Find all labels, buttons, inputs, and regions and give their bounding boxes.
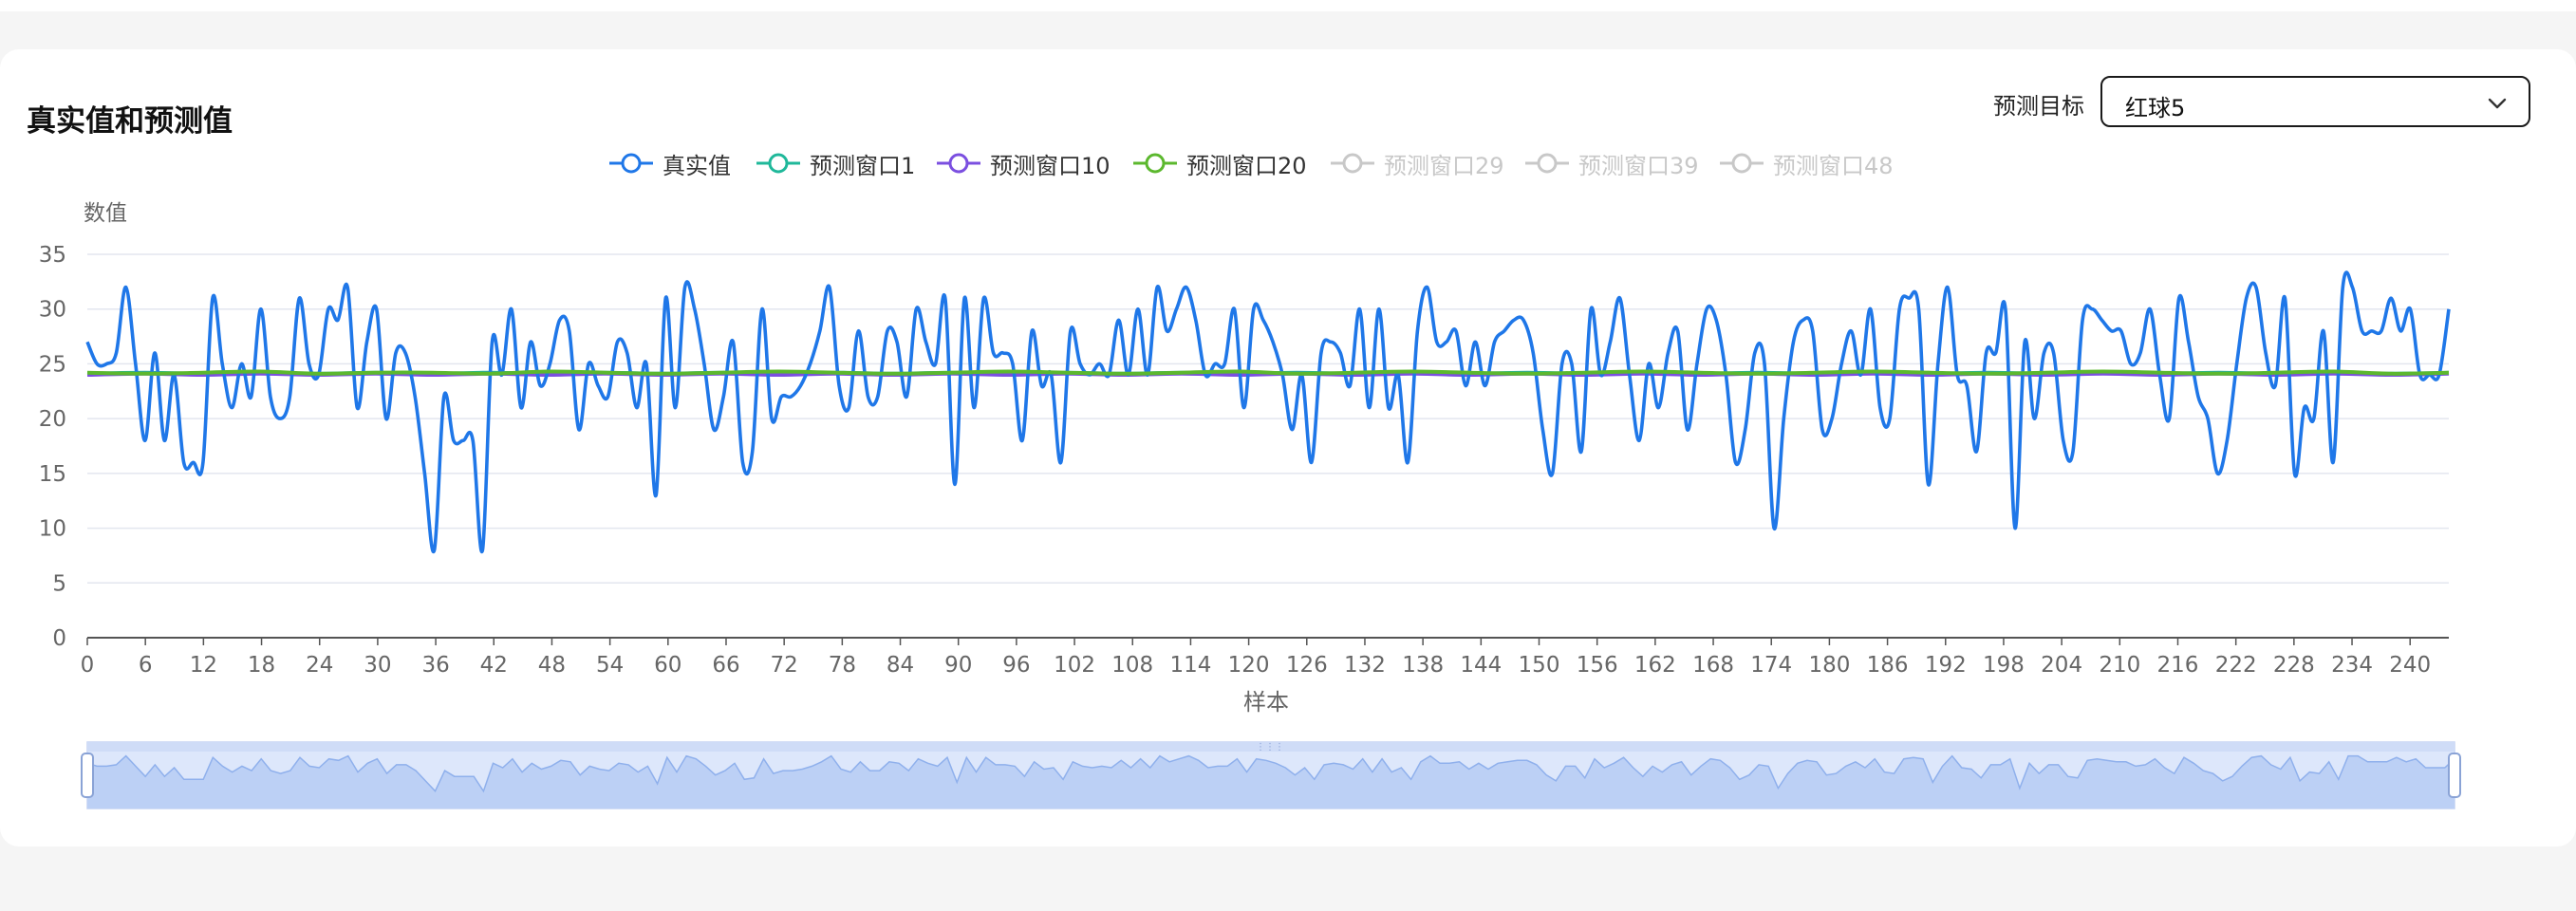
y-tick-label: 10 [39,517,66,542]
x-tick-label: 180 [1808,653,1850,678]
y-tick-label: 5 [52,571,66,596]
x-tick-label: 96 [1002,653,1030,678]
x-tick-label: 0 [81,653,95,678]
x-tick-label: 138 [1402,653,1444,678]
y-tick-label: 25 [39,352,66,377]
x-tick-label: 30 [364,653,391,678]
x-tick-label: 144 [1460,653,1502,678]
series-line [86,369,2450,376]
x-tick-label: 204 [2041,653,2082,678]
x-axis-label: 样本 [1243,689,1289,716]
x-tick-label: 42 [480,653,508,678]
y-axis-label: 数值 [84,201,127,226]
x-tick-label: 216 [2157,653,2199,678]
zoom-drag-grip-icon[interactable]: ⋮⋮⋮ [1256,742,1284,753]
x-tick-label: 120 [1228,653,1270,678]
x-tick-label: 90 [944,653,972,678]
x-tick-label: 12 [190,653,217,678]
x-tick-label: 72 [771,653,798,678]
x-tick-label: 54 [596,653,624,678]
x-tick-label: 168 [1692,653,1734,678]
x-tick-label: 240 [2389,653,2431,678]
x-tick-label: 66 [712,653,739,678]
top-strip [0,0,2576,11]
x-tick-label: 192 [1925,653,1967,678]
y-tick-label: 30 [39,298,66,323]
x-tick-label: 198 [1983,653,2025,678]
x-tick-label: 126 [1286,653,1328,678]
x-tick-label: 222 [2215,653,2257,678]
x-tick-label: 84 [887,653,914,678]
x-tick-label: 210 [2099,653,2140,678]
x-tick-label: 150 [1519,653,1560,678]
x-tick-label: 186 [1867,653,1909,678]
line-chart: 数值 0 5 10 15 20 25 30 35 0 6 12 18 24 30 36 42 48 54 60 66 72… [39,201,2461,809]
y-tick-label: 35 [39,243,66,268]
x-tick-label: 6 [139,653,153,678]
zoom-handle-left[interactable] [81,753,94,798]
y-tick-label: 15 [39,462,66,487]
x-tick-label: 36 [421,653,449,678]
chart-card: 真实值和预测值 预测目标 红球5 真实值 预测窗口1 预测窗口10 预测窗口20 预测窗… [0,49,2576,846]
y-tick-label: 20 [39,407,66,432]
series-line [85,270,2451,554]
x-tick-label: 228 [2273,653,2315,678]
x-tick-label: 132 [1344,653,1386,678]
x-tick-label: 174 [1750,653,1792,678]
x-tick-label: 18 [248,653,275,678]
x-tick-label: 60 [654,653,681,678]
x-tick-label: 108 [1111,653,1153,678]
x-tick-label: 114 [1169,653,1211,678]
x-tick-label: 48 [538,653,566,678]
x-tick-label: 24 [306,653,333,678]
x-tick-label: 102 [1054,653,1095,678]
zoom-handle-right[interactable] [2448,753,2461,798]
x-tick-label: 234 [2331,653,2373,678]
x-tick-label: 78 [829,653,856,678]
x-tick-label: 162 [1634,653,1676,678]
y-tick-label: 0 [52,626,66,651]
x-tick-label: 156 [1577,653,1618,678]
